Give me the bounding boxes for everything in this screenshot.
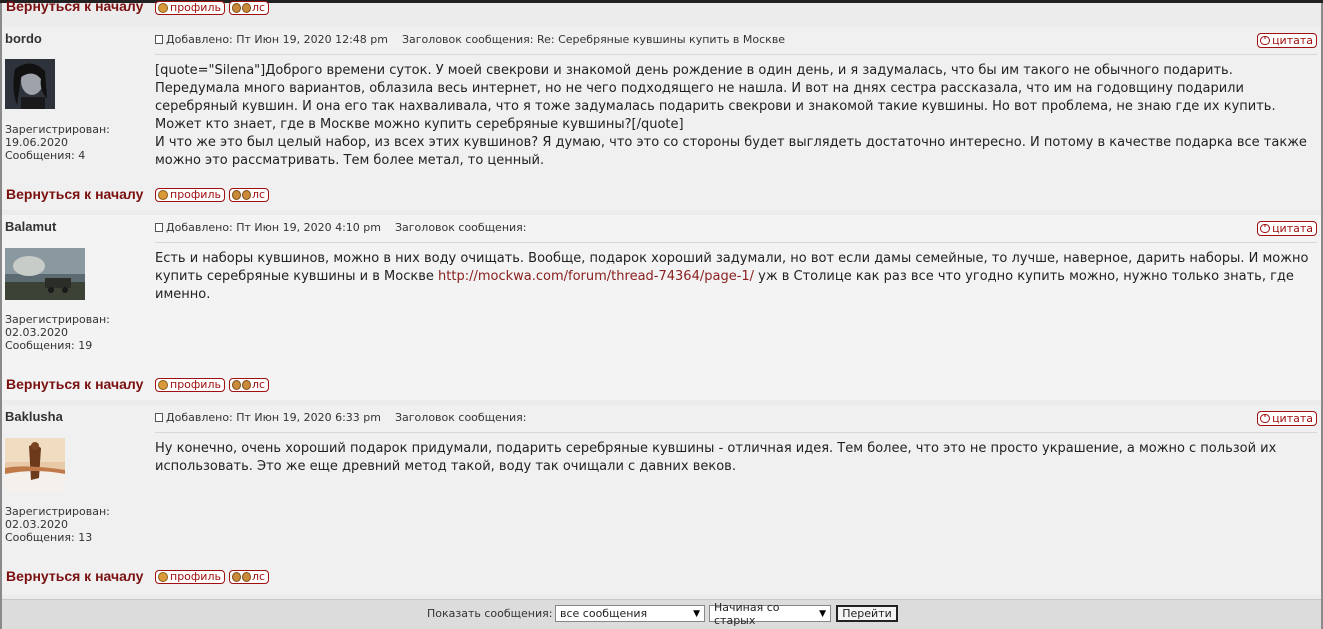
forum-post: Balamut Зарегистрирован: 02.03.2020 Сооб… [2,215,1321,400]
message-count: Сообщения: 19 [5,339,93,352]
profile-button[interactable]: профиль [155,188,225,202]
back-to-top-link[interactable]: Вернуться к началу [6,0,143,14]
post-info: Добавлено: Пт Июн 19, 2020 6:33 pm Заголо… [155,411,527,424]
author-meta: Зарегистрирован: 02.03.2020 Сообщения: 1… [5,505,110,544]
post-info: Добавлено: Пт Июн 19, 2020 4:10 pm Заголо… [155,221,527,234]
post-body-text: Ну конечно, очень хороший подарок придум… [155,441,1277,474]
go-button[interactable]: Перейти [836,605,898,622]
forum-post: bordo Зарегистрирован: 19.06.2020 Сообще… [2,27,1321,210]
pm-button[interactable]: лс [228,378,270,392]
pm-icon [241,3,251,13]
order-select-value: Начиная со старых [714,600,780,627]
quote-icon: " [1260,36,1271,45]
topic-footer: Показать сообщения: все сообщения ▼ Начи… [2,599,1321,629]
pm-icon [231,572,241,582]
quote-button[interactable]: " цитата [1257,221,1317,236]
filter-select-value: все сообщения [560,607,648,620]
post-info: Добавлено: Пт Июн 19, 2020 12:48 pm Загол… [155,33,785,46]
order-select[interactable]: Начиная со старых ▼ [709,601,831,627]
quote-button-label: цитата [1272,412,1313,425]
profile-icon [158,3,168,13]
registered-label: Зарегистрирован: [5,313,110,326]
post-body: [quote="Silena"]Доброго времени суток. У… [155,62,1313,170]
pm-button-label: лс [251,1,266,14]
dropdown-arrow-icon: ▼ [819,608,826,619]
post-icon[interactable] [155,223,163,232]
post-date: Добавлено: Пт Июн 19, 2020 12:48 pm [166,33,388,46]
profile-button[interactable]: профиль [155,378,225,392]
quote-icon: " [1260,224,1271,233]
post-body-quote: [quote="Silena"]Доброго времени суток. У… [155,63,1276,132]
post-date: Добавлено: Пт Июн 19, 2020 6:33 pm [166,411,381,424]
profile-button-label: профиль [170,570,221,583]
post-divider [155,242,1317,243]
post-divider [155,54,1317,55]
registered-date: 02.03.2020 [5,326,68,339]
profile-button[interactable]: профиль [155,1,225,15]
profile-button-label: профиль [170,1,221,14]
previous-post-actions: Вернуться к началу профиль лс [2,0,1321,22]
post-author[interactable]: Baklusha [5,409,63,424]
profile-button-label: профиль [170,378,221,391]
post-subject: Заголовок сообщения: Re: Серебряные кувш… [401,33,786,46]
profile-icon [158,380,168,390]
show-messages-label: Показать сообщения: [427,607,553,620]
pm-icon [231,190,241,200]
profile-icon [158,572,168,582]
filter-select[interactable]: все сообщения ▼ [555,605,705,622]
post-date: Добавлено: Пт Июн 19, 2020 4:10 pm [166,221,381,234]
avatar [5,248,85,303]
quote-button-label: цитата [1272,222,1313,235]
post-author[interactable]: Balamut [5,219,56,234]
post-icon[interactable] [155,35,163,44]
dropdown-arrow-icon: ▼ [693,608,700,619]
quote-button[interactable]: " цитата [1257,411,1317,426]
post-subject: Заголовок сообщения: [394,411,527,424]
pm-icon [231,3,241,13]
post-icon[interactable] [155,413,163,422]
back-to-top-link[interactable]: Вернуться к началу [6,186,143,202]
back-to-top-link[interactable]: Вернуться к началу [6,568,143,584]
pm-button-label: лс [251,378,266,391]
registered-date: 19.06.2020 [5,136,68,149]
post-author[interactable]: bordo [5,31,42,46]
post-body: Есть и наборы кувшинов, можно в них воду… [155,250,1313,304]
pm-button-label: лс [251,188,266,201]
post-body-link[interactable]: http://mockwa.com/forum/thread-74364/pag… [438,269,754,284]
profile-button[interactable]: профиль [155,570,225,584]
pm-icon [231,380,241,390]
forum-post: Baklusha Зарегистрирован: 02.03.2020 Соо… [2,405,1321,595]
quote-button-label: цитата [1272,34,1313,47]
back-to-top-link[interactable]: Вернуться к началу [6,376,143,392]
registered-label: Зарегистрирован: [5,123,110,136]
message-count: Сообщения: 4 [5,149,86,162]
profile-button-label: профиль [170,188,221,201]
pm-icon [241,380,251,390]
pm-button[interactable]: лс [228,1,270,15]
pm-button[interactable]: лс [228,570,270,584]
pm-icon [241,572,251,582]
post-subject: Заголовок сообщения: [394,221,527,234]
pm-icon [241,190,251,200]
author-meta: Зарегистрирован: 02.03.2020 Сообщения: 1… [5,313,110,352]
avatar [5,438,65,495]
pm-button-label: лс [251,570,266,583]
author-meta: Зарегистрирован: 19.06.2020 Сообщения: 4 [5,123,110,162]
post-divider [155,432,1317,433]
quote-icon: " [1260,414,1271,423]
post-body-text: И что же это был целый набор, из всех эт… [155,135,1307,168]
pm-button[interactable]: лс [228,188,270,202]
profile-icon [158,190,168,200]
quote-button[interactable]: " цитата [1257,33,1317,48]
avatar [5,59,55,112]
post-body: Ну конечно, очень хороший подарок придум… [155,440,1313,476]
registered-date: 02.03.2020 [5,518,68,531]
registered-label: Зарегистрирован: [5,505,110,518]
message-count: Сообщения: 13 [5,531,93,544]
